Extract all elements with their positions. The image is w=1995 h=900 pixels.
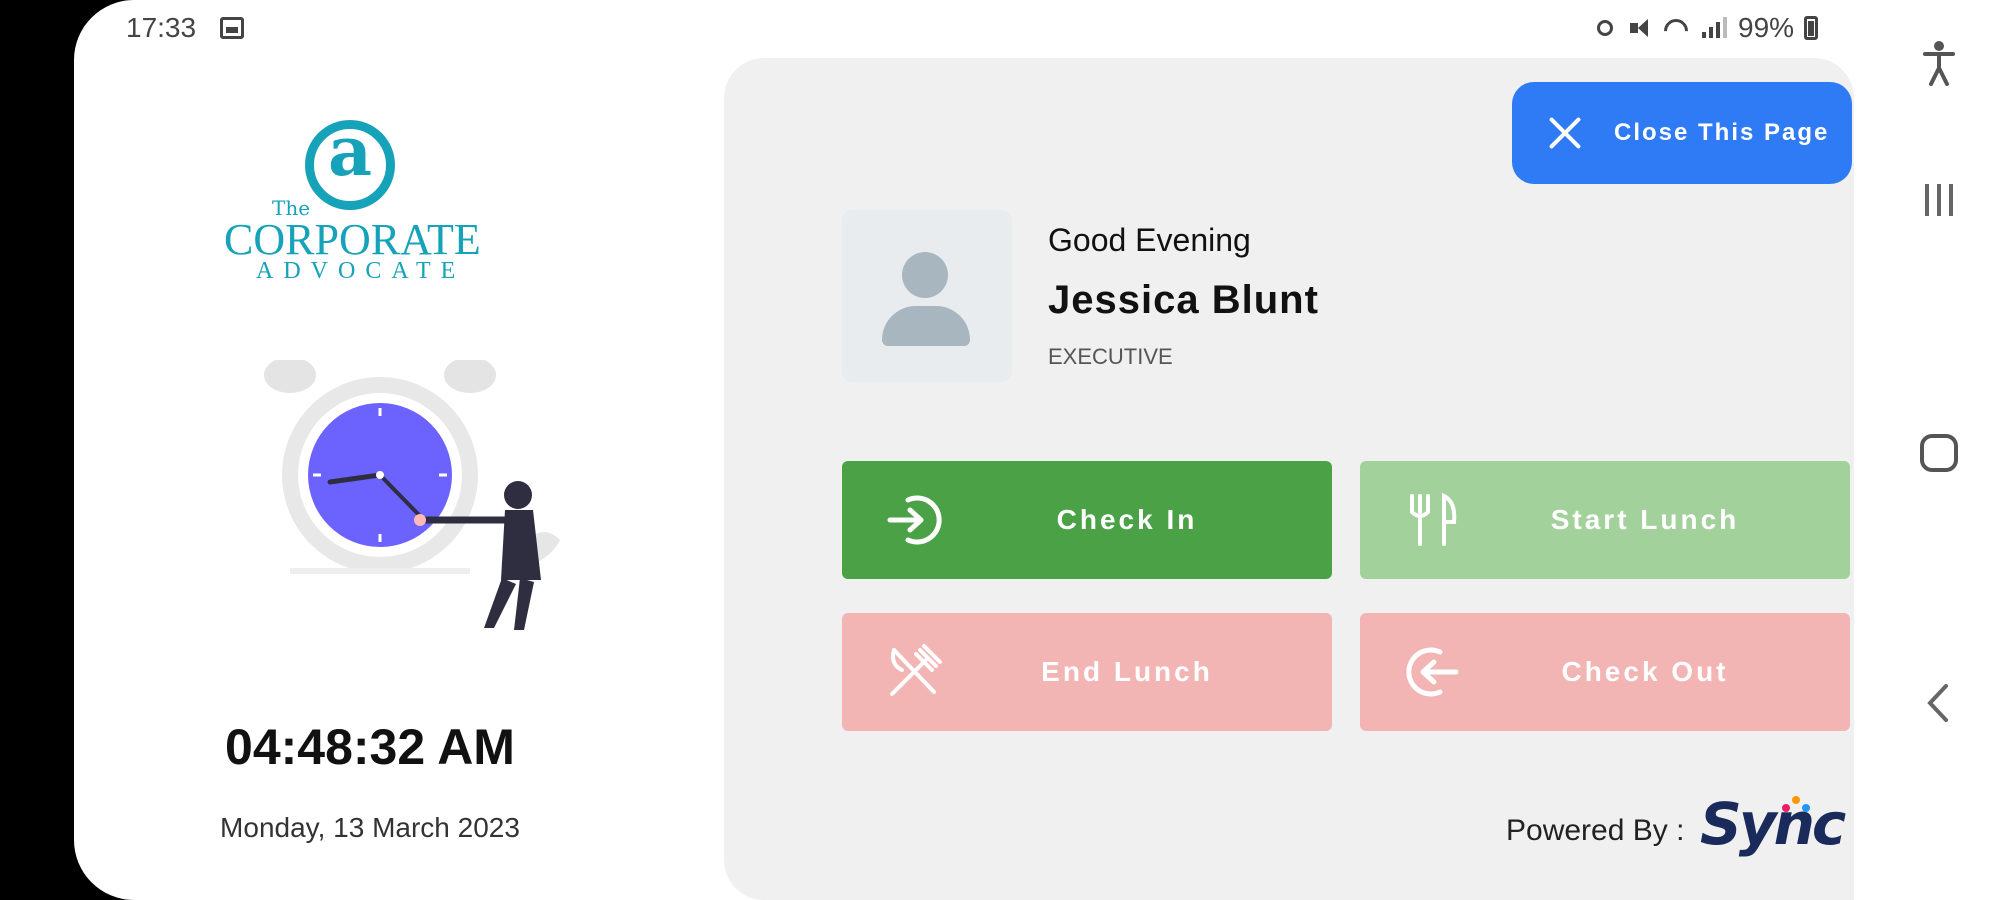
home-icon[interactable] (1882, 432, 1995, 474)
system-navbar (1882, 0, 1995, 900)
close-icon (1548, 116, 1582, 150)
back-icon[interactable] (1882, 680, 1995, 726)
user-avatar (842, 210, 1012, 382)
logo-mark: a (327, 112, 373, 192)
start-lunch-button[interactable]: Start Lunch (1360, 461, 1850, 579)
clock-time: 04:48:32 AM (225, 719, 515, 775)
status-time: 17:33 (126, 12, 197, 43)
wifi-icon (1662, 17, 1690, 39)
greeting-text: Good Evening (1048, 222, 1251, 258)
check-out-button[interactable]: Check Out (1360, 613, 1850, 731)
close-page-label: Close This Page (1614, 119, 1830, 146)
check-out-label: Check Out (1561, 656, 1729, 687)
user-role: EXECUTIVE (1048, 344, 1173, 369)
check-in-label: Check In (1056, 504, 1198, 535)
battery-percentage: 99% (1738, 12, 1795, 43)
battery-icon (1804, 16, 1819, 40)
sync-dots-icon (1782, 794, 1812, 814)
sync-logo: Sync (1696, 790, 1846, 866)
logo-line2: ADVOCATE (256, 258, 466, 284)
start-lunch-label: Start Lunch (1550, 504, 1740, 535)
signal-icon (1700, 17, 1728, 39)
powered-by-label: Powered By : (1506, 814, 1685, 847)
recents-icon[interactable] (1882, 180, 1995, 220)
check-in-button[interactable]: Check In (842, 461, 1332, 579)
status-icons: 99% (1594, 10, 1819, 46)
clock-date: Monday, 13 March 2023 (220, 812, 520, 843)
user-name: Jessica Blunt (1048, 278, 1319, 322)
alarm-icon (1594, 17, 1618, 39)
end-lunch-label: End Lunch (1041, 656, 1213, 687)
accessibility-icon[interactable] (1882, 40, 1995, 90)
mute-icon (1628, 17, 1652, 39)
gallery-notification-icon (220, 17, 244, 39)
clock-illustration (264, 360, 560, 630)
sync-brand: Sync (1700, 790, 1846, 858)
close-page-button[interactable]: Close This Page (1512, 82, 1852, 184)
person-placeholder-icon (902, 252, 948, 298)
end-lunch-button[interactable]: End Lunch (842, 613, 1332, 731)
